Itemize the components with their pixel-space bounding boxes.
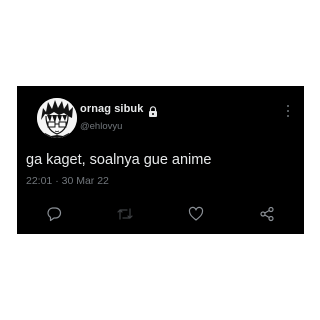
tweet-date: 30 Mar 22 bbox=[61, 175, 109, 187]
avatar[interactable] bbox=[37, 98, 77, 138]
lock-icon bbox=[148, 104, 158, 117]
tweet-time: 22:01 bbox=[26, 175, 53, 187]
reply-icon bbox=[47, 207, 62, 222]
like-button[interactable] bbox=[186, 204, 206, 224]
retweet-button[interactable] bbox=[115, 204, 135, 224]
action-bar bbox=[17, 204, 304, 224]
like-icon bbox=[188, 206, 204, 221]
name-row: ornag sibuk bbox=[80, 103, 158, 117]
tweet-timestamp[interactable]: 22:01 · 30 Mar 22 bbox=[26, 175, 109, 187]
share-icon bbox=[260, 206, 274, 222]
more-options-icon[interactable] bbox=[286, 104, 290, 118]
reply-button[interactable] bbox=[44, 204, 64, 224]
share-button[interactable] bbox=[257, 204, 277, 224]
anime-boy-avatar-icon bbox=[37, 98, 77, 138]
meta-separator: · bbox=[55, 175, 59, 187]
retweet-icon bbox=[117, 208, 133, 220]
user-handle[interactable]: @ehlovyu bbox=[80, 121, 122, 132]
tweet-card: ornag sibuk @ehlovyu ga kaget, soalnya g… bbox=[17, 86, 304, 234]
display-name[interactable]: ornag sibuk bbox=[80, 103, 143, 115]
tweet-text: ga kaget, soalnya gue anime bbox=[26, 152, 212, 168]
